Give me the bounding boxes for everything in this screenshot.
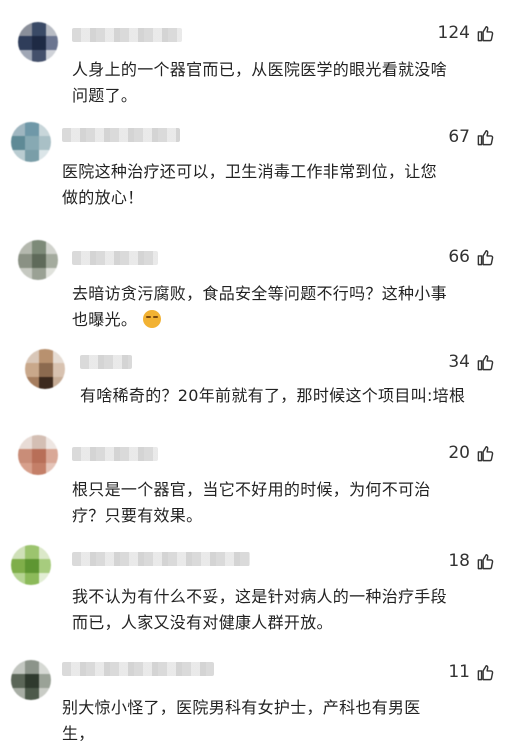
comment-text: 我不认为有什么不妥，这是针对病人的一种治疗手段 而已，人家又没有对健康人群开放。 <box>72 587 447 632</box>
thumbs-up-icon <box>477 249 494 265</box>
thumbs-up-icon <box>477 129 494 145</box>
comment-text: 医院这种治疗还可以，卫生消毒工作非常到位，让您 做的放心！ <box>62 162 437 207</box>
username[interactable] <box>72 447 158 461</box>
like-count: 66 <box>448 247 470 267</box>
comment-text-block: 去暗访贪污腐败，食品安全等问题不行吗？这种小事 也曝光。 <box>72 281 447 333</box>
avatar[interactable] <box>18 240 58 280</box>
like-button[interactable]: 20 <box>448 443 495 463</box>
thumbs-up-icon <box>477 664 494 680</box>
thumbs-up-icon <box>477 553 494 569</box>
grimace-emoji-icon <box>143 310 162 328</box>
comment-text: 根只是一个器官，当它不好用的时候，为何不可治 疗？只要有效果。 <box>72 480 431 525</box>
like-count: 67 <box>448 127 470 147</box>
username[interactable] <box>62 128 180 142</box>
username[interactable] <box>72 28 182 42</box>
username[interactable] <box>72 552 250 566</box>
avatar[interactable] <box>18 22 58 62</box>
username[interactable] <box>72 251 158 265</box>
thumbs-up-icon <box>477 25 494 41</box>
avatar[interactable] <box>18 435 58 475</box>
avatar[interactable] <box>25 349 65 389</box>
like-button[interactable]: 124 <box>438 23 495 43</box>
like-button[interactable]: 18 <box>448 551 495 571</box>
comment-text: 别大惊小怪了，医院男科有女护士，产科也有男医 生， <box>62 698 421 743</box>
like-count: 18 <box>448 551 470 571</box>
username[interactable] <box>80 355 132 369</box>
like-button[interactable]: 34 <box>448 352 495 372</box>
like-button[interactable]: 11 <box>448 662 495 682</box>
comment-text: 有啥稀奇的？20年前就有了，那时候这个项目叫:培根 <box>80 386 466 405</box>
avatar[interactable] <box>11 660 51 700</box>
comment-text: 人身上的一个器官而已，从医院医学的眼光看就没啥 问题了。 <box>72 60 447 105</box>
comment-text: 去暗访贪污腐败，食品安全等问题不行吗？这种小事 也曝光。 <box>72 284 447 329</box>
like-button[interactable]: 67 <box>448 127 495 147</box>
like-count: 124 <box>437 23 470 43</box>
like-count: 20 <box>448 443 470 463</box>
like-count: 34 <box>448 352 470 372</box>
like-button[interactable]: 66 <box>448 247 495 267</box>
like-count: 11 <box>448 662 470 682</box>
thumbs-up-icon <box>477 354 494 370</box>
thumbs-up-icon <box>477 445 494 461</box>
username[interactable] <box>62 662 214 676</box>
avatar[interactable] <box>11 122 51 162</box>
avatar[interactable] <box>11 545 51 585</box>
